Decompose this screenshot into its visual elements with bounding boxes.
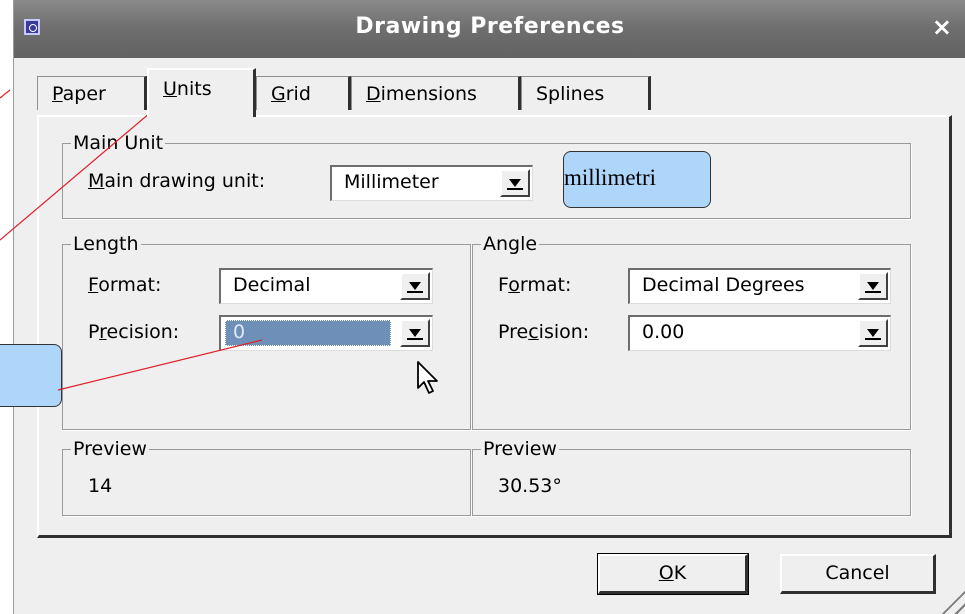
angle-legend: Angle <box>483 233 538 255</box>
length-preview-legend: Preview <box>73 438 147 460</box>
tab-splines[interactable]: Splines <box>521 76 651 110</box>
tab-units[interactable]: Units <box>147 68 256 117</box>
annotation-callout-empty <box>0 344 62 407</box>
annotation-callout-text: millimetri <box>564 165 656 190</box>
window-title: Drawing Preferences <box>355 14 625 39</box>
angle-format-select[interactable]: Decimal Degrees <box>628 268 891 304</box>
resize-grip[interactable] <box>937 586 965 614</box>
angle-format-value: Decimal Degrees <box>642 274 805 296</box>
drawing-preferences-dialog: Drawing Preferences × Paper Units Grid D… <box>13 0 965 614</box>
chevron-down-icon[interactable] <box>858 319 888 347</box>
units-panel: Main Unit Main drawing unit: Millimeter … <box>37 115 952 538</box>
main-drawing-unit-select[interactable]: Millimeter <box>330 165 533 201</box>
tab-grid[interactable]: Grid <box>256 76 351 110</box>
tab-dimensions[interactable]: Dimensions <box>351 76 521 110</box>
length-preview-group: Preview <box>62 439 471 516</box>
annotation-callout-millimetri: millimetri <box>563 151 711 208</box>
angle-precision-select[interactable]: 0.00 <box>628 315 891 351</box>
angle-precision-value: 0.00 <box>642 321 685 343</box>
leader-line-top <box>0 89 11 99</box>
ok-button[interactable]: OK <box>597 553 749 595</box>
cancel-button[interactable]: Cancel <box>780 554 936 594</box>
main-drawing-unit-label: Main drawing unit: <box>88 170 266 192</box>
angle-preview-legend: Preview <box>483 438 557 460</box>
chevron-down-icon[interactable] <box>400 319 430 347</box>
angle-format-label: Format: <box>498 274 572 296</box>
chevron-down-icon[interactable] <box>858 272 888 300</box>
length-format-select[interactable]: Decimal <box>219 268 433 304</box>
length-precision-label: Precision: <box>88 321 180 343</box>
title-bar[interactable]: Drawing Preferences × <box>14 0 965 58</box>
length-precision-value: 0 <box>225 320 391 346</box>
angle-precision-label: Precision: <box>498 321 590 343</box>
length-precision-select[interactable]: 0 <box>219 315 433 351</box>
close-icon[interactable]: × <box>932 13 952 41</box>
main-unit-legend: Main Unit <box>73 132 164 154</box>
tab-paper[interactable]: Paper <box>37 76 147 110</box>
length-legend: Length <box>73 233 139 255</box>
chevron-down-icon[interactable] <box>500 169 530 197</box>
length-preview-value: 14 <box>88 475 113 497</box>
chevron-down-icon[interactable] <box>400 272 430 300</box>
main-drawing-unit-value: Millimeter <box>344 171 439 193</box>
length-format-label: Format: <box>88 274 162 296</box>
length-format-value: Decimal <box>233 274 311 296</box>
angle-preview-value: 30.53° <box>498 475 562 497</box>
mouse-pointer-icon <box>417 361 438 394</box>
